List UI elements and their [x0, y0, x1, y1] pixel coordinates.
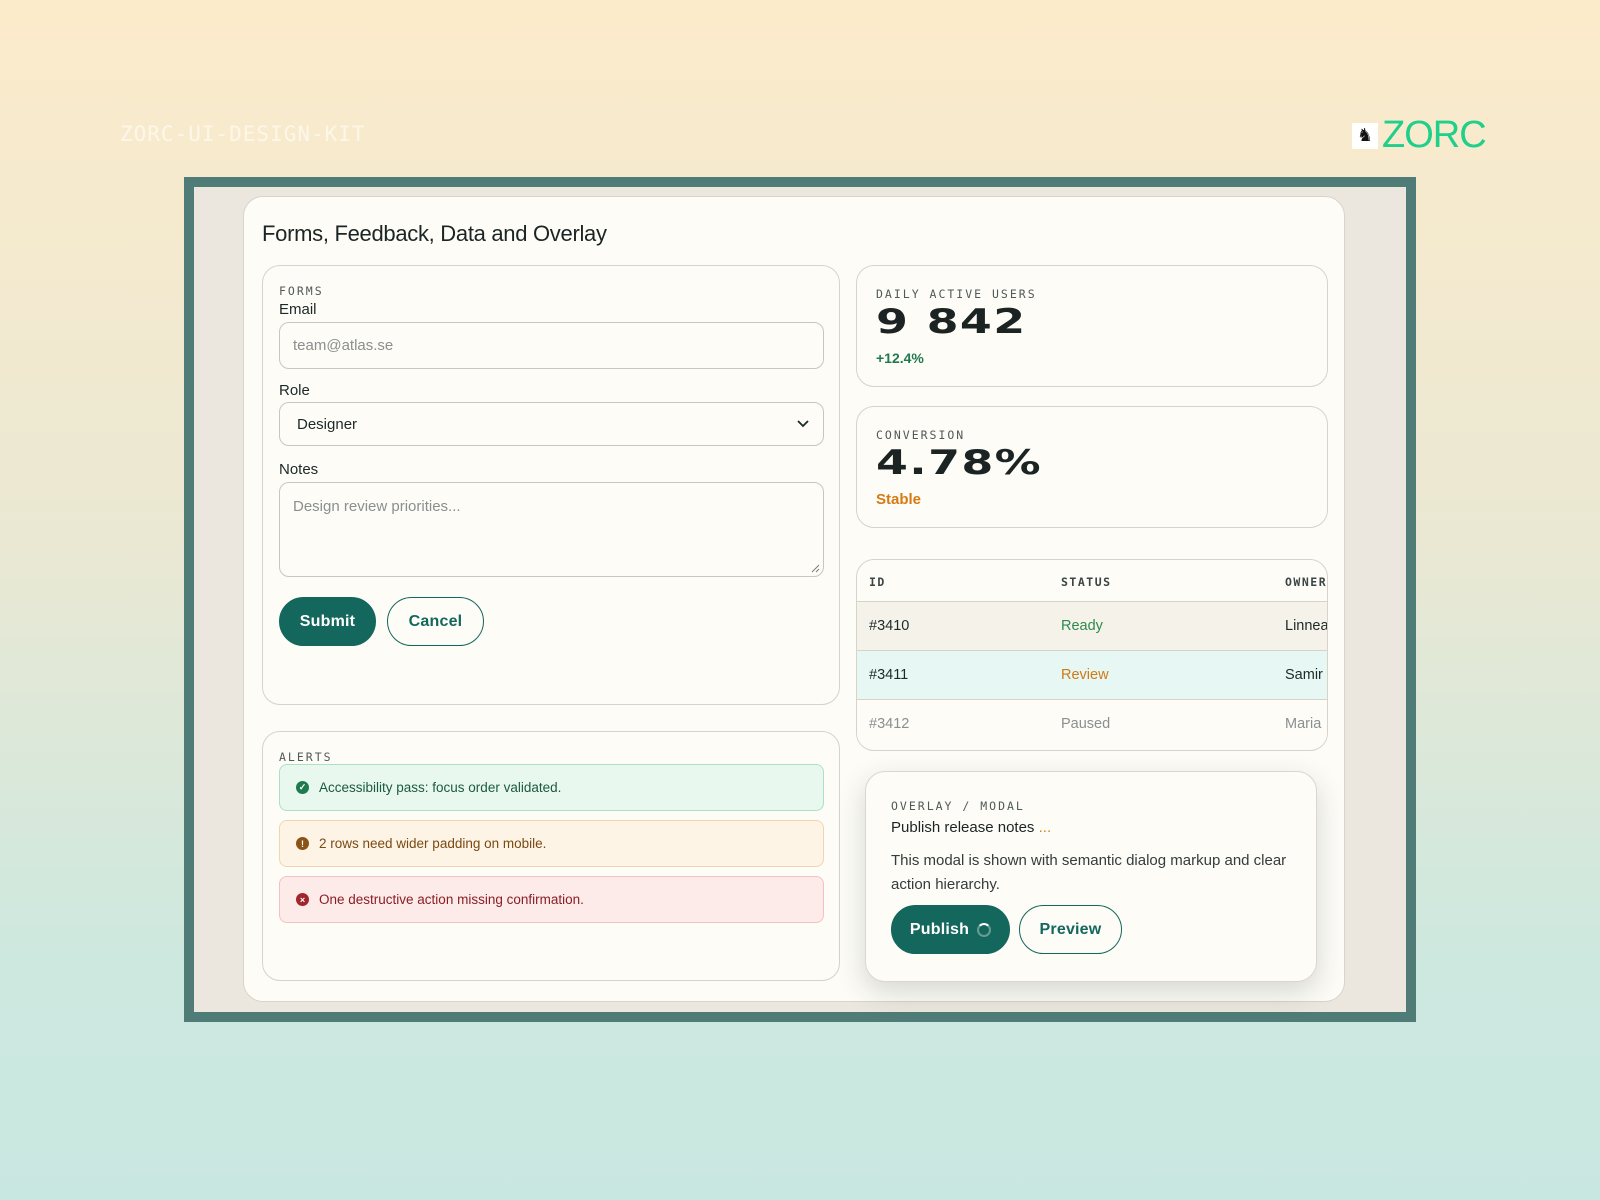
cell-status: Review: [1061, 667, 1109, 683]
modal-title-text: Publish release notes: [891, 819, 1035, 836]
data-table: ID STATUS OWNER #3410 Ready Linnea #3411…: [856, 559, 1328, 751]
alert-danger-text: One destructive action missing confirmat…: [319, 892, 584, 907]
forms-eyebrow: FORMS: [279, 284, 324, 298]
preview-button[interactable]: Preview: [1019, 905, 1122, 954]
x-circle-icon: ×: [296, 893, 309, 906]
exclamation-circle-icon: !: [296, 837, 309, 850]
role-label: Role: [279, 382, 310, 399]
notes-label: Notes: [279, 461, 319, 478]
publish-button-label: Publish: [909, 920, 970, 938]
role-select[interactable]: Designer: [279, 402, 824, 446]
stat-label: DAILY ACTIVE USERS: [876, 287, 1037, 301]
brand-name: ZORC: [1382, 114, 1487, 156]
email-placeholder: team@atlas.se: [293, 337, 394, 354]
chevron-down-icon: [796, 416, 810, 432]
alert-warning-text: 2 rows need wider padding on mobile.: [319, 836, 547, 851]
stat-status: Stable: [876, 491, 922, 508]
stat-value: 9 842: [876, 302, 1027, 342]
cancel-button[interactable]: Cancel: [387, 597, 484, 646]
email-label: Email: [279, 301, 317, 318]
alerts-card: ALERTS ✓ Accessibility pass: focus order…: [262, 731, 840, 981]
alert-success: ✓ Accessibility pass: focus order valida…: [279, 764, 824, 811]
stat-value: 4.78%: [876, 443, 1043, 483]
cell-status: Ready: [1061, 618, 1103, 634]
column-header-status[interactable]: STATUS: [1061, 575, 1112, 589]
stat-label: CONVERSION: [876, 428, 966, 442]
table-header: ID STATUS OWNER: [857, 560, 1327, 602]
showcase-frame: Forms, Feedback, Data and Overlay FORMS …: [184, 177, 1416, 1022]
modal-title-ellipsis: ...: [1038, 819, 1052, 836]
page-title: Forms, Feedback, Data and Overlay: [262, 221, 607, 246]
cell-owner: Linnea: [1285, 618, 1328, 634]
cell-status: Paused: [1061, 716, 1111, 732]
modal-dialog: OVERLAY / MODAL Publish release notes ..…: [865, 771, 1317, 982]
stat-card-daily-active-users: DAILY ACTIVE USERS 9 842 +12.4%: [856, 265, 1328, 387]
resize-handle-icon[interactable]: [810, 563, 820, 573]
column-header-id[interactable]: ID: [869, 575, 886, 589]
modal-title: Publish release notes ...: [891, 819, 1051, 836]
forms-card: FORMS Email team@atlas.se Role Designer …: [262, 265, 840, 705]
modal-eyebrow: OVERLAY / MODAL: [891, 799, 1025, 813]
showcase-panel: Forms, Feedback, Data and Overlay FORMS …: [243, 196, 1345, 1002]
kit-label: ZORC-UI-DESIGN-KIT: [120, 122, 366, 146]
brand-logo: ♞ ZORC: [1352, 114, 1487, 157]
cell-id: #3410: [869, 618, 910, 634]
role-select-value: Designer: [297, 415, 358, 433]
stat-card-conversion: CONVERSION 4.78% Stable: [856, 406, 1328, 528]
alert-success-text: Accessibility pass: focus order validate…: [319, 780, 562, 795]
column-header-owner[interactable]: OWNER: [1285, 575, 1327, 589]
submit-button[interactable]: Submit: [279, 597, 376, 646]
email-field[interactable]: team@atlas.se: [279, 322, 824, 369]
cell-owner: Maria: [1285, 716, 1322, 732]
table-row[interactable]: #3410 Ready Linnea: [857, 602, 1327, 651]
alert-warning: ! 2 rows need wider padding on mobile.: [279, 820, 824, 867]
cell-id: #3411: [869, 667, 909, 683]
publish-button[interactable]: Publish: [891, 905, 1010, 954]
modal-body: This modal is shown with semantic dialog…: [891, 852, 1287, 893]
alerts-eyebrow: ALERTS: [279, 750, 333, 764]
spinner-icon: [977, 922, 992, 937]
cell-owner: Samir: [1285, 667, 1323, 683]
notes-textarea[interactable]: Design review priorities...: [279, 482, 824, 577]
table-row[interactable]: #3411 Review Samir: [857, 651, 1327, 700]
zorc-creature-icon: ♞: [1352, 122, 1378, 149]
stat-delta: +12.4%: [876, 350, 924, 366]
cell-id: #3412: [869, 716, 910, 732]
table-row[interactable]: #3412 Paused Maria: [857, 700, 1327, 749]
alert-danger: × One destructive action missing confirm…: [279, 876, 824, 923]
notes-placeholder: Design review priorities...: [293, 498, 461, 515]
check-circle-icon: ✓: [296, 781, 309, 794]
